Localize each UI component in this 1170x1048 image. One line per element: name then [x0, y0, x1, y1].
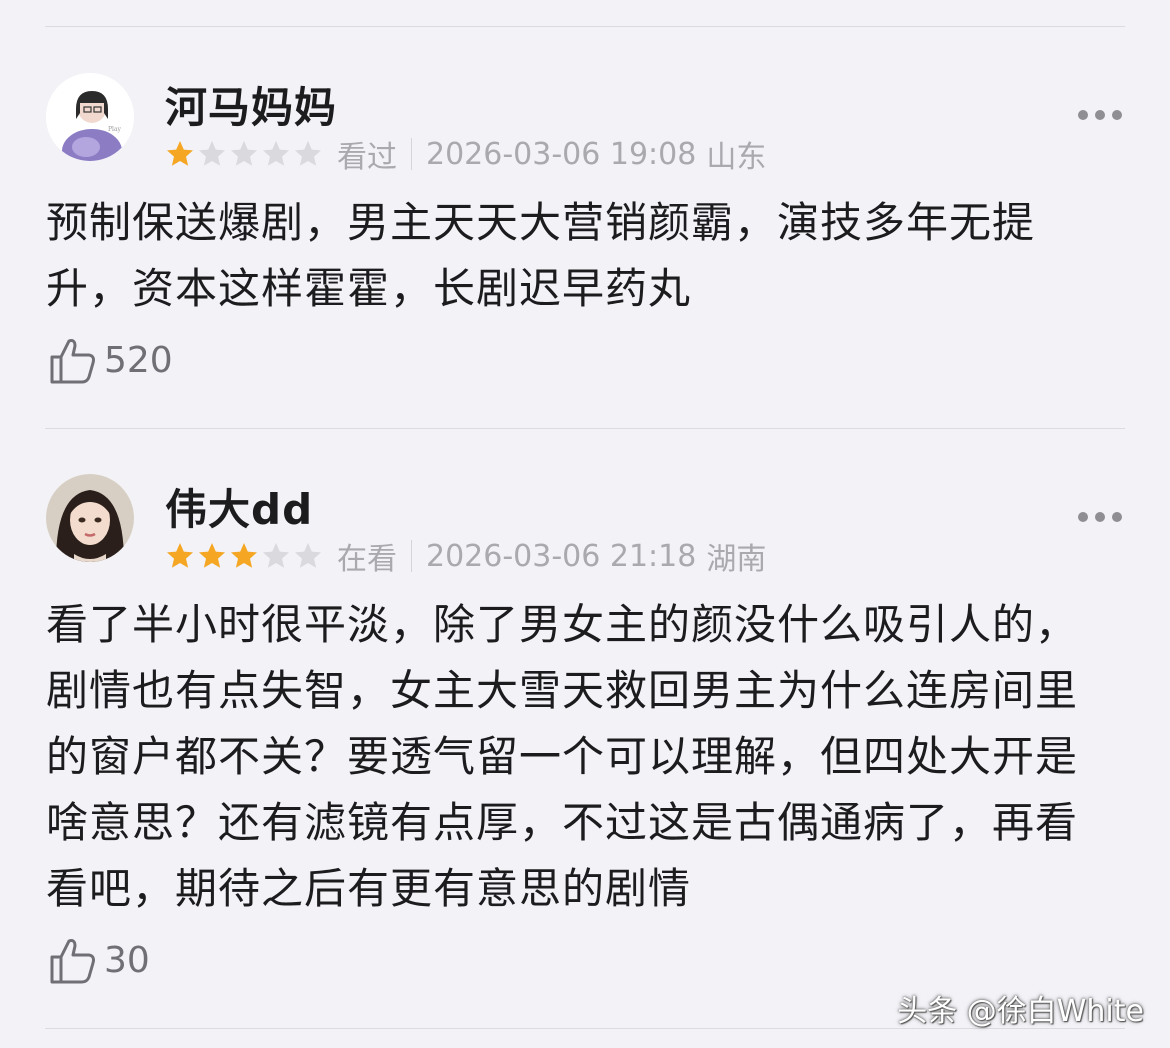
avatar-girl-purple-sweater-icon: Play: [46, 73, 134, 161]
like-button[interactable]: 30: [48, 934, 150, 986]
review-content: 预制保送爆剧，男主天天大营销颜霸，演技多年无提 升，资本这样霍霍，长剧迟早药丸: [46, 190, 1131, 322]
star-icon: [165, 139, 195, 169]
content-line: 升，资本这样霍霍，长剧迟早药丸: [46, 264, 692, 313]
content-line: 啥意思？还有滤镜有点厚，不过这是古偶通病了，再看: [46, 798, 1079, 847]
avatar-girl-portrait-icon: [46, 474, 134, 562]
content-line: 看了半小时很平淡，除了男女主的颜没什么吸引人的，: [46, 600, 1079, 649]
star-rating: [165, 139, 323, 169]
review-content: 看了半小时很平淡，除了男女主的颜没什么吸引人的， 剧情也有点失智，女主大雪天救回…: [46, 592, 1131, 922]
review-location: 湖南: [706, 542, 767, 577]
more-dots-icon[interactable]: [1078, 511, 1122, 523]
username[interactable]: 伟大dd: [165, 476, 313, 537]
star-icon: [197, 139, 227, 169]
meta-separator: [411, 540, 412, 572]
like-count: 30: [104, 939, 150, 981]
user-avatar[interactable]: [46, 474, 134, 562]
star-icon: [229, 139, 259, 169]
content-line: 剧情也有点失智，女主大雪天救回男主为什么连房间里: [46, 666, 1079, 715]
star-icon: [261, 541, 291, 571]
star-icon: [197, 541, 227, 571]
review-list: Play 河马妈妈 看过 2026-03-06 19:08 山东 预制保送爆剧，…: [0, 0, 1170, 1048]
star-icon: [293, 541, 323, 571]
thumbs-up-icon: [50, 339, 95, 384]
more-dots-icon[interactable]: [1078, 109, 1122, 121]
content-line: 预制保送爆剧，男主天天大营销颜霸，演技多年无提: [46, 198, 1036, 247]
star-icon: [261, 139, 291, 169]
star-icon: [293, 139, 323, 169]
watermark: 头条 @徐白White: [897, 994, 1144, 1029]
thumbs-up-icon: [50, 939, 95, 984]
divider: [45, 26, 1125, 27]
username[interactable]: 河马妈妈: [165, 74, 337, 135]
svg-text:Play: Play: [108, 126, 122, 133]
review-datetime: 2026-03-06 19:08: [426, 136, 697, 172]
star-rating: [165, 541, 323, 571]
watch-status: 看过: [337, 140, 397, 175]
star-icon: [165, 541, 195, 571]
content-line: 看吧，期待之后有更有意思的剧情: [46, 864, 692, 913]
review-location: 山东: [706, 140, 767, 175]
like-button[interactable]: 520: [48, 334, 173, 386]
meta-separator: [411, 138, 412, 170]
like-count: 520: [104, 339, 173, 381]
review-meta: 看过 2026-03-06 19:08 山东: [165, 134, 767, 175]
star-icon: [229, 541, 259, 571]
review-datetime: 2026-03-06 21:18: [426, 538, 697, 574]
user-avatar[interactable]: Play: [46, 73, 134, 161]
watch-status: 在看: [337, 542, 397, 577]
review-meta: 在看 2026-03-06 21:18 湖南: [165, 536, 767, 577]
content-line: 的窗户都不关？要透气留一个可以理解，但四处大开是: [46, 732, 1079, 781]
divider: [45, 428, 1125, 429]
